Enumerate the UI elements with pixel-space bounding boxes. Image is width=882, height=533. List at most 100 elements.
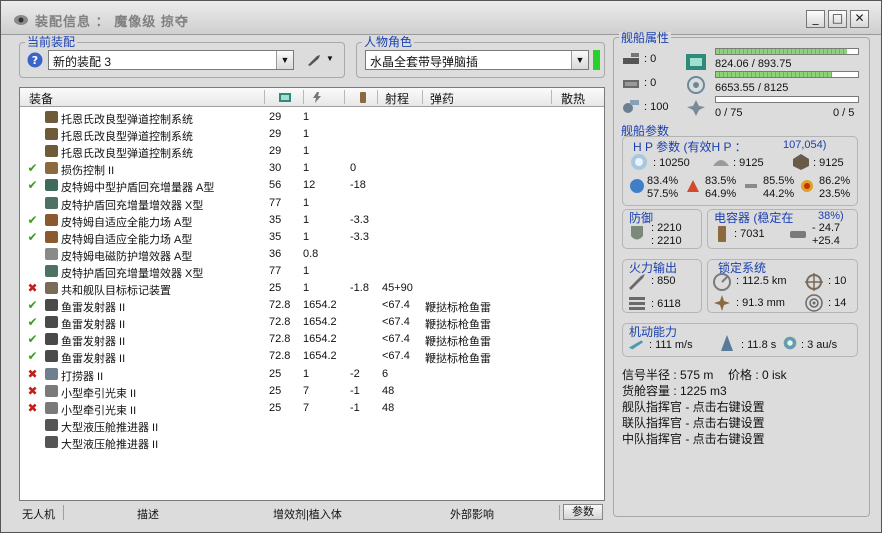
module-online-icon[interactable]: ✔ (27, 298, 38, 312)
module-cpu: 25 (269, 367, 282, 380)
hull-res-2: 44.2% (763, 188, 795, 200)
chevron-down-icon[interactable]: ▼ (276, 51, 293, 69)
module-row[interactable]: ✔ 鱼雷发射器 II 72.8 1654.2 <67.4 鞭挞标枪鱼雷 (20, 297, 604, 314)
module-online-icon[interactable]: ✔ (27, 315, 38, 329)
module-range: <67.4 (382, 316, 410, 329)
module-cpu: 36 (269, 247, 282, 260)
module-ammo: 鞭挞标枪鱼雷 (425, 302, 491, 315)
tab-drones[interactable]: 无人机 (22, 506, 55, 522)
module-range: <67.4 (382, 350, 410, 363)
capacitor-delta-1: - 24.7 (812, 222, 841, 234)
module-offline-icon[interactable]: ✖ (27, 367, 38, 381)
module-row[interactable]: ✔ 皮特姆自适应全能力场 A型 35 1 -3.3 (20, 212, 604, 229)
module-row[interactable]: ✖ 共和舰队目标标记装置 25 1 -1.8 45+90 (20, 280, 604, 297)
ship-attributes-title: 舰船属性 (619, 31, 672, 45)
module-row[interactable]: 大型液压舱推进器 II (20, 417, 604, 434)
module-row[interactable]: 托恩氏改良型弹道控制系统 29 1 (20, 143, 604, 160)
module-row[interactable]: 托恩氏改良型弹道控制系统 29 1 (20, 109, 604, 126)
module-name: 皮特姆自适应全能力场 A型 (61, 216, 193, 229)
character-title: 人物角色 (362, 35, 415, 49)
fleet-booster[interactable]: 舰队指挥官 - 点击右键设置 (622, 398, 765, 415)
module-row[interactable]: ✔ 鱼雷发射器 II 72.8 1654.2 <67.4 鞭挞标枪鱼雷 (20, 314, 604, 331)
armor-hp-icon (713, 160, 729, 166)
help-icon[interactable]: ? (27, 52, 43, 68)
module-pg: 1 (303, 196, 310, 209)
module-row[interactable]: ✔ 皮特姆中型护盾回充增量器 A型 56 12 -18 (20, 177, 604, 194)
module-online-icon[interactable]: ✔ (27, 332, 38, 346)
price: 价格 : 0 isk (728, 368, 787, 382)
module-offline-icon[interactable]: ✖ (27, 281, 38, 295)
minimize-button[interactable]: _ (806, 10, 825, 28)
module-online-icon[interactable]: ✔ (27, 161, 38, 175)
tab-external-effects[interactable]: 外部影响 (450, 506, 494, 522)
col-range[interactable]: 射程 (385, 90, 409, 107)
character-status-indicator (593, 50, 600, 70)
launcher-hardpoints: : 0 (644, 77, 657, 89)
tab-boosters-implants[interactable]: 增效剂|植入体 (273, 506, 342, 522)
calibration-icon (623, 100, 639, 113)
sensor-strength: : 14 (828, 297, 847, 309)
wing-booster[interactable]: 联队指挥官 - 点击右键设置 (622, 414, 765, 431)
tab-parameters[interactable]: 参数 (563, 504, 603, 520)
current-fit-title: 当前装配 (25, 35, 78, 49)
fit-tools-dropdown[interactable]: ▼ (304, 51, 336, 69)
module-online-icon[interactable]: ✔ (27, 213, 38, 227)
module-row[interactable]: 大型液压舱推进器 II (20, 434, 604, 451)
shield-hp: : 10250 (653, 157, 690, 169)
close-button[interactable]: ✕ (850, 10, 869, 28)
module-row[interactable]: 托恩氏改良型弹道控制系统 29 1 (20, 126, 604, 143)
fit-select-value: 新的装配 3 (53, 55, 112, 69)
shield-hp-icon (631, 154, 647, 170)
character-select[interactable]: 水晶全套带导弹脑插 ▼ (365, 50, 589, 70)
maximize-button[interactable]: □ (828, 10, 847, 28)
cpu-bar-fill (716, 49, 847, 54)
fit-select[interactable]: 新的装配 3 ▼ (48, 50, 294, 70)
module-row[interactable]: 皮特姆电磁防护增效器 A型 36 0.8 (20, 246, 604, 263)
module-pg: 1654.2 (303, 350, 337, 363)
col-heat[interactable]: 散热 (561, 90, 585, 107)
module-row[interactable]: ✔ 鱼雷发射器 II 72.8 1654.2 <67.4 鞭挞标枪鱼雷 (20, 348, 604, 365)
tab-description[interactable]: 描述 (137, 506, 159, 522)
module-range: 48 (382, 401, 395, 414)
col-capacitor-icon[interactable] (357, 91, 369, 104)
cpu-icon (686, 54, 706, 70)
module-online-icon[interactable]: ✔ (27, 230, 38, 244)
module-icon (45, 264, 58, 277)
module-row[interactable]: 皮特护盾回充增量增效器 X型 77 1 (20, 263, 604, 280)
col-cpu-icon[interactable] (278, 91, 292, 104)
module-row[interactable]: ✔ 皮特姆自适应全能力场 A型 35 1 -3.3 (20, 229, 604, 246)
module-row[interactable]: ✔ 损伤控制 II 30 1 0 (20, 160, 604, 177)
module-row[interactable]: ✖ 小型牵引光束 II 25 7 -1 48 (20, 400, 604, 417)
module-row[interactable]: 皮特护盾回充增量增效器 X型 77 1 (20, 195, 604, 212)
col-ammo[interactable]: 弹药 (430, 90, 454, 107)
module-name: 皮特姆电磁防护增效器 A型 (61, 250, 193, 263)
module-name: 鱼雷发射器 II (61, 319, 126, 332)
module-offline-icon[interactable]: ✖ (27, 401, 38, 415)
col-module[interactable]: 装备 (29, 90, 53, 107)
module-cpu: 77 (269, 264, 282, 277)
targeting-group: 锁定系统 : 112.5 km : 10 : 91.3 mm : 14 (707, 259, 858, 313)
module-online-icon[interactable]: ✔ (27, 349, 38, 363)
module-online-icon[interactable]: ✔ (27, 178, 38, 192)
title-bar[interactable]: 装配信息 ： 魔像级 掠夺 _ □ ✕ (1, 1, 881, 35)
squad-booster[interactable]: 中队指挥官 - 点击右键设置 (622, 430, 765, 447)
module-cap: -1 (350, 401, 360, 414)
app-icon (14, 15, 28, 25)
module-pg: 7 (303, 384, 310, 397)
module-offline-icon[interactable]: ✖ (27, 384, 38, 398)
module-row[interactable]: ✖ 打捞器 II 25 1 -2 6 (20, 366, 604, 383)
module-icon (45, 401, 58, 414)
powergrid-usage: 6653.55 / 8125 (715, 82, 789, 94)
module-cpu: 77 (269, 196, 282, 209)
chevron-down-icon[interactable]: ▼ (571, 51, 588, 69)
module-row[interactable]: ✔ 鱼雷发射器 II 72.8 1654.2 <67.4 鞭挞标枪鱼雷 (20, 331, 604, 348)
window-title: 装配信息 ： 魔像级 掠夺 (35, 14, 189, 29)
module-cap: -2 (350, 367, 360, 380)
col-powergrid-icon[interactable] (310, 91, 324, 104)
module-list[interactable]: 装备 射程 弹药 散热 托恩氏改良型弹道控制系统 29 1 托恩氏改良型弹道控制系统 2… (19, 87, 605, 501)
module-pg: 1 (303, 111, 310, 123)
volley-icon (629, 297, 645, 310)
module-row[interactable]: ✖ 小型牵引光束 II 25 7 -1 48 (20, 383, 604, 400)
module-cpu: 72.8 (269, 333, 291, 346)
hull-hp-icon (793, 154, 809, 170)
